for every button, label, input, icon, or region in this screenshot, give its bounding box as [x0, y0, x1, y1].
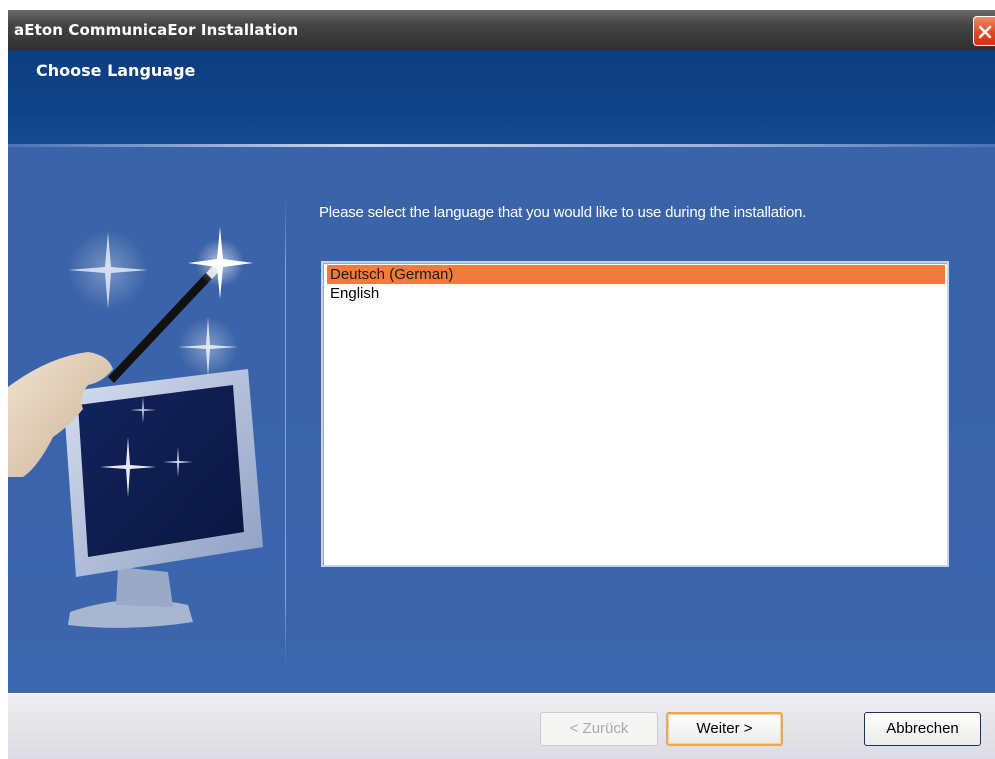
installer-window: aEton CommunicaEor Installation Choose L… — [0, 0, 995, 759]
wizard-monitor-illustration — [8, 147, 285, 693]
back-button[interactable]: < Zurück — [540, 712, 658, 746]
vertical-divider — [285, 197, 286, 667]
header-band: Choose Language — [8, 50, 995, 144]
title-bar[interactable]: aEton CommunicaEor Installation — [8, 10, 995, 50]
main-panel: Please select the language that you woul… — [8, 147, 995, 693]
page-title: Choose Language — [36, 61, 196, 80]
language-option-german[interactable]: Deutsch (German) — [327, 265, 945, 284]
button-bar: < Zurück Weiter > Abbrechen — [8, 693, 995, 759]
language-listbox[interactable]: Deutsch (German) English — [321, 261, 949, 567]
instruction-text: Please select the language that you woul… — [319, 204, 807, 221]
next-button[interactable]: Weiter > — [666, 712, 783, 746]
language-option-english[interactable]: English — [327, 284, 945, 303]
close-button[interactable] — [973, 16, 995, 46]
window-title: aEton CommunicaEor Installation — [14, 21, 299, 39]
cancel-button[interactable]: Abbrechen — [864, 712, 981, 746]
